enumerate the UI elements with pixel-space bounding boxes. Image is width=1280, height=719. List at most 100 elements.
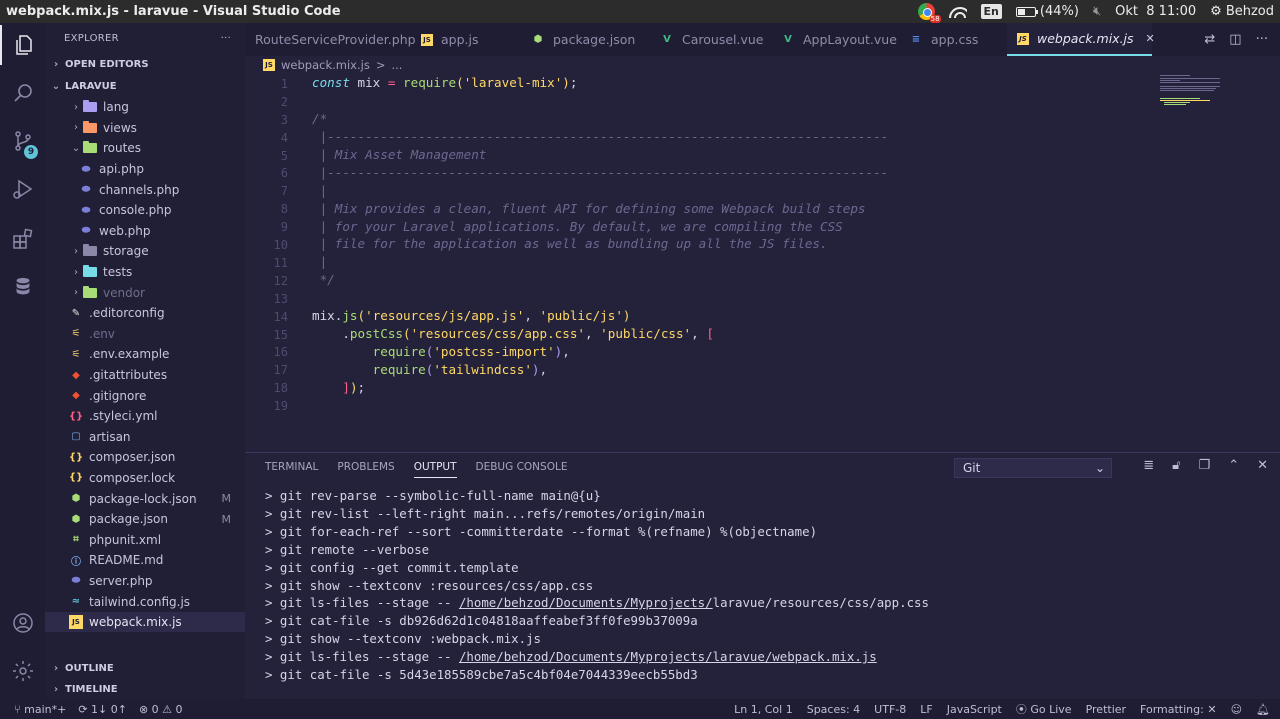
activity-bar: 9	[0, 23, 45, 699]
wifi-icon[interactable]	[948, 6, 967, 18]
project-section[interactable]: ⌄ LARAVUE	[45, 75, 245, 97]
close-panel-icon[interactable]: ✕	[1257, 458, 1268, 473]
explorer-icon[interactable]	[0, 25, 45, 65]
code-editor[interactable]: 1 2 3 4 5 6 7 8 9 10 11 12 13 14 15 16 17 18 19 const mix …	[245, 74, 1280, 452]
line-number: 13	[245, 290, 288, 308]
battery-indicator[interactable]: (44%)	[1015, 4, 1079, 19]
tree-file-webpack.mix.js[interactable]: JS webpack.mix.js	[45, 611, 245, 633]
tree-file-server.php[interactable]: ⬬ server.php	[45, 571, 245, 592]
breadcrumb-file[interactable]: webpack.mix.js	[281, 58, 370, 72]
code-line-16: require('postcss-import'),	[372, 344, 570, 359]
file-icon: ▢	[71, 431, 81, 443]
language-mode[interactable]: JavaScript	[947, 703, 1002, 716]
tree-file-tailwind.config.js[interactable]: ≈ tailwind.config.js	[45, 591, 245, 612]
project-label: LARAVUE	[65, 80, 117, 92]
tree-folder-vendor[interactable]: › vendor	[45, 282, 245, 303]
open-in-editor-icon[interactable]: ❐	[1199, 458, 1211, 473]
split-editor-icon[interactable]: ◫	[1229, 32, 1241, 47]
feedback-icon[interactable]: ☺	[1231, 703, 1242, 716]
clear-output-icon[interactable]: ≣	[1143, 458, 1154, 473]
accounts-icon[interactable]	[0, 603, 45, 643]
tree-file-phpunit.xml[interactable]: ⌗ phpunit.xml	[45, 529, 245, 550]
editor-tabs: RouteServiceProvider.php JS app.js ⬢ package…	[245, 23, 1155, 56]
panel-tab-debug-console[interactable]: DEBUG CONSOLE	[476, 461, 568, 473]
tree-folder-tests[interactable]: › tests	[45, 262, 245, 283]
prettier-status[interactable]: Prettier	[1086, 703, 1126, 716]
keyboard-layout-indicator[interactable]: En	[980, 4, 1002, 19]
settings-gear-icon: ⚙	[1210, 4, 1222, 19]
more-actions-icon[interactable]: ···	[1256, 32, 1268, 47]
tree-file-dot-gitignore[interactable]: ◆ .gitignore	[45, 385, 245, 406]
tree-file-package.json[interactable]: ⬢ package.json M	[45, 509, 245, 530]
tree-file-dot-env[interactable]: ⚟ .env	[45, 324, 245, 345]
open-changes-icon[interactable]: ⇄	[1204, 32, 1215, 47]
line-number-text: 14	[273, 309, 288, 324]
tab-app.js[interactable]: JS app.js	[411, 23, 521, 56]
timeline-section[interactable]: › TIMELINE	[45, 678, 245, 700]
tree-file-composer.lock[interactable]: {} composer.lock	[45, 468, 245, 489]
tab-package.json[interactable]: ⬢ package.json	[521, 23, 650, 56]
folder-icon	[83, 244, 97, 257]
run-debug-icon[interactable]	[0, 169, 45, 209]
outline-section[interactable]: › OUTLINE	[45, 657, 245, 679]
line-number: 11	[245, 254, 288, 272]
branch-indicator[interactable]: ⑂ main*+	[14, 703, 66, 716]
tree-file-console.php[interactable]: ⬬ console.php	[45, 200, 245, 221]
manage-gear-icon[interactable]	[0, 651, 45, 691]
tree-folder-storage[interactable]: › storage	[45, 241, 245, 262]
output-path-link[interactable]: /home/behzod/Documents/Myprojects/laravu…	[459, 649, 877, 664]
tab-Carousel.vue[interactable]: V Carousel.vue	[650, 23, 771, 56]
tab-webpack.mix.js[interactable]: JS webpack.mix.js ✕	[1007, 23, 1155, 56]
tree-item-label: .gitattributes	[89, 368, 168, 383]
tree-folder-views[interactable]: › views	[45, 118, 245, 139]
cursor-position[interactable]: Ln 1, Col 1	[734, 703, 793, 716]
tree-file-composer.json[interactable]: {} composer.json	[45, 447, 245, 468]
indentation[interactable]: Spaces: 4	[807, 703, 860, 716]
volume-muted-icon[interactable]: 🔇︎	[1093, 4, 1101, 19]
tree-file-dot-env.example[interactable]: ⚟ .env.example	[45, 344, 245, 365]
tree-folder-lang[interactable]: › lang	[45, 97, 245, 118]
output-path-link[interactable]: /home/behzod/Documents/Myprojects/	[459, 595, 713, 610]
panel-tab-problems[interactable]: PROBLEMS	[337, 461, 394, 473]
tree-file-web.php[interactable]: ⬬ web.php	[45, 221, 245, 242]
datetime[interactable]: Okt 8 11:00	[1115, 4, 1196, 19]
minimap[interactable]	[1160, 74, 1240, 114]
lock-scroll-icon[interactable]: 🔓︎	[1172, 458, 1180, 473]
breadcrumb-symbols[interactable]: ...	[391, 58, 402, 72]
vue-file-icon: V	[663, 34, 671, 45]
go-live-button[interactable]: ⦿ Go Live	[1016, 701, 1072, 717]
tree-file-channels.php[interactable]: ⬬ channels.php	[45, 179, 245, 200]
sync-indicator[interactable]: ⟳ 1↓ 0↑	[78, 703, 127, 716]
tree-file-api.php[interactable]: ⬬ api.php	[45, 159, 245, 180]
end-of-line[interactable]: LF	[920, 703, 932, 716]
tree-file-package-lock.json[interactable]: ⬢ package-lock.json M	[45, 488, 245, 509]
panel-tab-output[interactable]: OUTPUT	[413, 461, 457, 478]
tree-file-dot-gitattributes[interactable]: ◆ .gitattributes	[45, 365, 245, 386]
user-menu[interactable]: ⚙ Behzod	[1210, 4, 1274, 19]
tree-file-dot-styleci.yml[interactable]: {} .styleci.yml	[45, 406, 245, 427]
tab-AppLayout.vue[interactable]: V AppLayout.vue	[771, 23, 899, 56]
close-tab-icon[interactable]: ✕	[1146, 32, 1155, 45]
explorer-more-actions[interactable]: ···	[221, 33, 231, 44]
tree-file-README.md[interactable]: ⓘ README.md	[45, 550, 245, 571]
output-channel-select[interactable]: Git ⌄	[954, 458, 1112, 478]
database-icon[interactable]	[0, 267, 45, 307]
tree-file-dot-editorconfig[interactable]: ✎ .editorconfig	[45, 303, 245, 324]
problems-indicator[interactable]: ⊗ 0 ⚠ 0	[139, 703, 183, 716]
php-file-icon: ⬬	[81, 184, 91, 196]
formatting-status[interactable]: Formatting: ✕	[1140, 703, 1217, 716]
tab-RouteServiceProvider.php[interactable]: RouteServiceProvider.php	[245, 23, 416, 56]
chrome-icon[interactable]: 58	[917, 3, 941, 23]
tree-file-artisan[interactable]: ▢ artisan	[45, 427, 245, 448]
search-icon[interactable]	[0, 73, 45, 113]
open-editors-section[interactable]: › OPEN EDITORS	[45, 53, 245, 75]
tab-app.css[interactable]: ≡ app.css	[899, 23, 1007, 56]
notifications-bell-icon[interactable]: 🔔︎	[1256, 703, 1270, 716]
source-control-icon[interactable]: 9	[0, 121, 45, 161]
panel-tab-terminal[interactable]: TERMINAL	[265, 461, 318, 473]
extensions-icon[interactable]	[0, 219, 45, 259]
maximize-panel-icon[interactable]: ⌃	[1228, 458, 1239, 473]
encoding[interactable]: UTF-8	[874, 703, 906, 716]
tree-folder-routes[interactable]: ⌄ routes	[45, 138, 245, 159]
tailwind-file-icon: ≈	[71, 596, 81, 608]
